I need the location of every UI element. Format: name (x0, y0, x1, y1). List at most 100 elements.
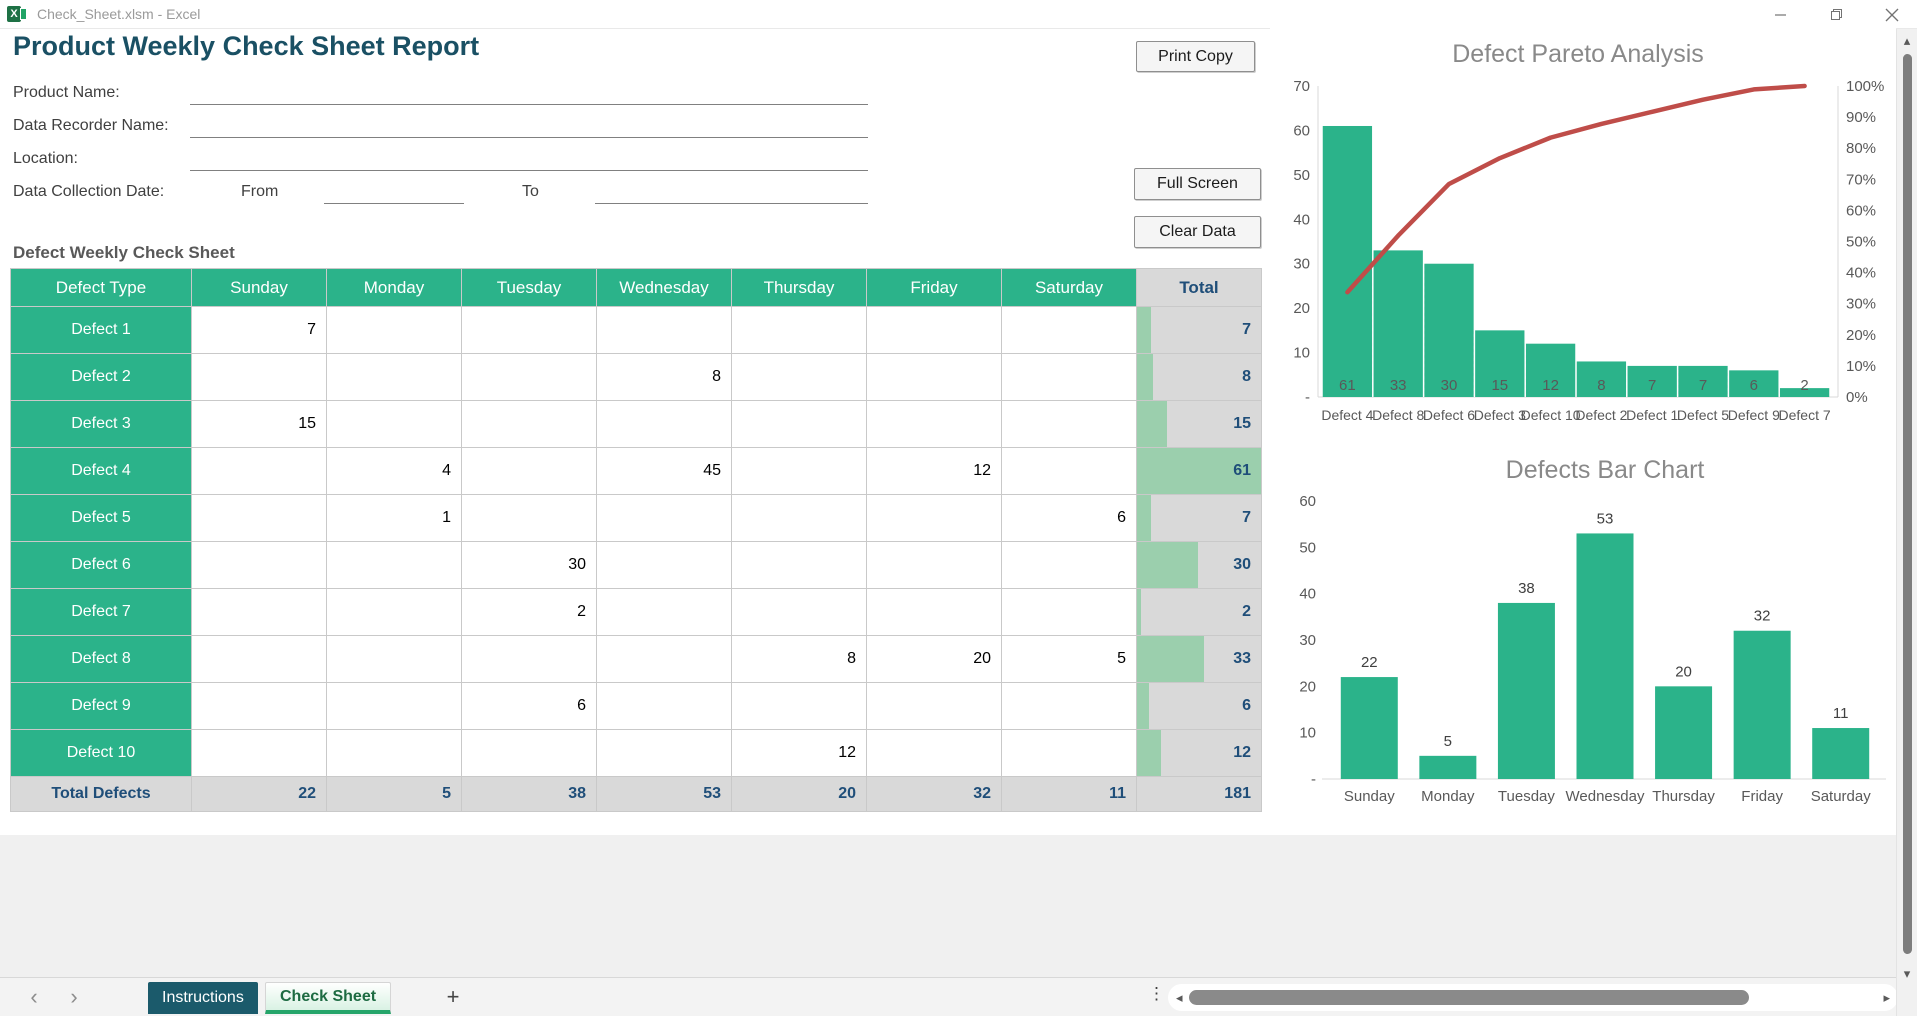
day-value-cell[interactable] (327, 730, 462, 777)
day-value-cell[interactable] (462, 448, 597, 495)
day-value-cell[interactable] (597, 589, 732, 636)
day-value-cell[interactable]: 12 (867, 448, 1002, 495)
location-field[interactable] (190, 149, 868, 171)
day-value-cell[interactable] (327, 683, 462, 730)
product-name-field[interactable] (190, 83, 868, 105)
day-value-cell[interactable] (867, 401, 1002, 448)
day-value-cell[interactable]: 6 (1002, 495, 1137, 542)
bar-category-label: Saturday (1811, 788, 1872, 805)
day-value-cell[interactable] (462, 495, 597, 542)
full-screen-button[interactable]: Full Screen (1134, 168, 1261, 200)
day-value-cell[interactable] (732, 495, 867, 542)
day-value-cell[interactable] (1002, 542, 1137, 589)
day-value-cell[interactable] (1002, 448, 1137, 495)
day-value-cell[interactable] (732, 354, 867, 401)
day-value-cell[interactable] (732, 401, 867, 448)
day-value-cell[interactable] (462, 730, 597, 777)
day-value-cell[interactable]: 6 (462, 683, 597, 730)
print-copy-button[interactable]: Print Copy (1136, 41, 1255, 72)
day-value-cell[interactable]: 45 (597, 448, 732, 495)
day-value-cell[interactable] (1002, 730, 1137, 777)
day-value-cell[interactable] (597, 636, 732, 683)
day-value-cell[interactable] (867, 307, 1002, 354)
day-value-cell[interactable] (1002, 307, 1137, 354)
day-value-cell[interactable] (192, 354, 327, 401)
day-value-cell[interactable] (1002, 683, 1137, 730)
scroll-down-icon[interactable]: ▾ (1897, 967, 1917, 980)
day-value-cell[interactable] (462, 354, 597, 401)
table-row: Defect 8820533 (11, 636, 1262, 683)
pareto-chart[interactable]: Defect Pareto Analysis70605040302010-100… (1270, 28, 1896, 442)
day-value-cell[interactable]: 4 (327, 448, 462, 495)
scroll-left-icon[interactable]: ◂ (1176, 991, 1183, 1004)
vertical-scroll-thumb[interactable] (1903, 54, 1912, 954)
day-value-cell[interactable]: 15 (192, 401, 327, 448)
tab-nav-left-icon[interactable]: ‹ (22, 982, 46, 1012)
day-value-cell[interactable]: 2 (462, 589, 597, 636)
day-value-cell[interactable] (192, 448, 327, 495)
add-sheet-icon[interactable]: + (438, 982, 468, 1012)
day-value-cell[interactable]: 8 (597, 354, 732, 401)
day-value-cell[interactable] (597, 307, 732, 354)
recorder-name-field[interactable] (190, 116, 868, 138)
day-value-cell[interactable] (597, 683, 732, 730)
bar (1655, 686, 1712, 779)
day-value-cell[interactable] (327, 354, 462, 401)
scroll-up-icon[interactable]: ▴ (1897, 34, 1917, 47)
day-value-cell[interactable] (192, 495, 327, 542)
day-value-cell[interactable]: 1 (327, 495, 462, 542)
day-value-cell[interactable] (192, 542, 327, 589)
day-value-cell[interactable]: 30 (462, 542, 597, 589)
day-value-cell[interactable] (327, 589, 462, 636)
day-value-cell[interactable] (732, 589, 867, 636)
day-value-cell[interactable] (1002, 589, 1137, 636)
day-value-cell[interactable]: 12 (732, 730, 867, 777)
day-value-cell[interactable] (867, 495, 1002, 542)
day-value-cell[interactable] (867, 730, 1002, 777)
day-value-cell[interactable] (462, 636, 597, 683)
day-value-cell[interactable] (327, 542, 462, 589)
day-value-cell[interactable] (1002, 354, 1137, 401)
minimize-icon[interactable] (1773, 8, 1787, 22)
day-value-cell[interactable]: 7 (192, 307, 327, 354)
day-value-cell[interactable] (597, 542, 732, 589)
restore-icon[interactable] (1829, 8, 1843, 22)
day-value-cell[interactable] (192, 636, 327, 683)
splitter-grip-icon[interactable]: ⋮ (1148, 984, 1165, 1004)
day-value-cell[interactable] (597, 730, 732, 777)
day-value-cell[interactable]: 8 (732, 636, 867, 683)
day-value-cell[interactable] (867, 589, 1002, 636)
day-value-cell[interactable] (732, 683, 867, 730)
day-value-cell[interactable] (462, 307, 597, 354)
day-value-cell[interactable] (327, 307, 462, 354)
close-icon[interactable] (1885, 8, 1899, 22)
day-value-cell[interactable] (1002, 401, 1137, 448)
day-value-cell[interactable] (192, 589, 327, 636)
day-value-cell[interactable] (732, 542, 867, 589)
tab-instructions[interactable]: Instructions (148, 982, 258, 1014)
tab-check-sheet[interactable]: Check Sheet (265, 982, 391, 1014)
day-value-cell[interactable]: 5 (1002, 636, 1137, 683)
horizontal-scrollbar[interactable]: ◂ ▸ (1168, 984, 1898, 1011)
clear-data-button[interactable]: Clear Data (1134, 216, 1261, 248)
day-value-cell[interactable] (597, 401, 732, 448)
day-value-cell[interactable] (597, 495, 732, 542)
day-value-cell[interactable] (732, 448, 867, 495)
horizontal-scroll-thumb[interactable] (1189, 990, 1749, 1005)
day-value-cell[interactable] (327, 401, 462, 448)
date-from-field[interactable] (324, 182, 464, 204)
day-value-cell[interactable] (192, 730, 327, 777)
vertical-scrollbar[interactable]: ▴ ▾ (1896, 29, 1917, 1016)
defects-bar-chart[interactable]: Defects Bar Chart605040302010-22Sunday5M… (1270, 448, 1896, 824)
day-value-cell[interactable] (192, 683, 327, 730)
day-value-cell[interactable] (732, 307, 867, 354)
day-value-cell[interactable] (867, 683, 1002, 730)
day-value-cell[interactable] (462, 401, 597, 448)
date-to-field[interactable] (595, 182, 868, 204)
day-value-cell[interactable] (867, 542, 1002, 589)
tab-nav-right-icon[interactable]: › (62, 982, 86, 1012)
day-value-cell[interactable] (867, 354, 1002, 401)
day-value-cell[interactable]: 20 (867, 636, 1002, 683)
scroll-right-icon[interactable]: ▸ (1883, 991, 1890, 1004)
day-value-cell[interactable] (327, 636, 462, 683)
